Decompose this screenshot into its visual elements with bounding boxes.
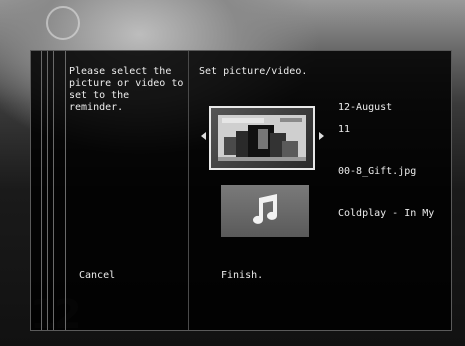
arrow-right-icon[interactable] [319, 132, 324, 140]
thumbnail-image [218, 115, 306, 161]
picture-filename: 00-8_Gift.jpg [338, 166, 417, 177]
picture-thumbnail[interactable] [209, 106, 315, 170]
reminder-date: 12-August [338, 102, 393, 113]
section-heading: Set picture/video. [199, 66, 308, 77]
instruction-text: Please select the picture or video to se… [69, 66, 184, 113]
arrow-left-icon[interactable] [201, 132, 206, 140]
divider [47, 51, 48, 330]
music-note-icon [253, 194, 277, 224]
music-tile[interactable] [221, 185, 309, 237]
photo-frame-screen: 12 Please select the picture or video to… [0, 0, 465, 346]
gift-photo-icon [218, 115, 306, 161]
divider [41, 51, 42, 330]
clock-icon [46, 6, 80, 40]
finish-button[interactable]: Finish. [221, 270, 263, 282]
divider [65, 51, 66, 330]
reminder-dialog: Please select the picture or video to se… [30, 50, 452, 331]
music-title: Coldplay - In My [338, 208, 435, 219]
cancel-button[interactable]: Cancel [79, 270, 115, 282]
divider [53, 51, 54, 330]
reminder-date-day: 11 [338, 124, 351, 135]
